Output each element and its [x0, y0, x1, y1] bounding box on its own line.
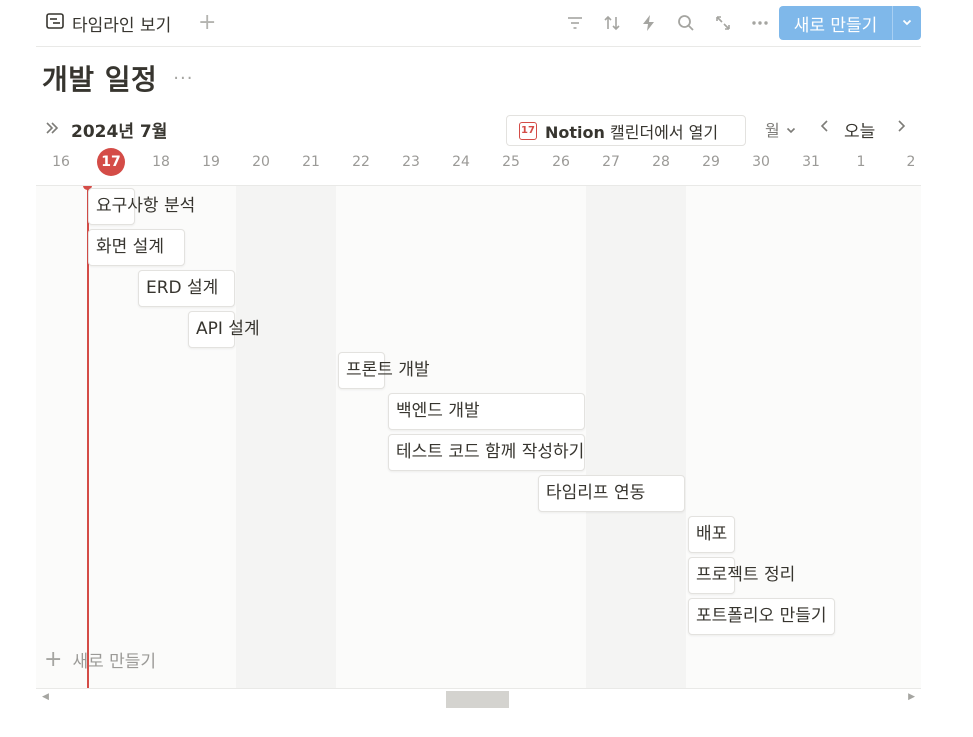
double-chevron-right-icon[interactable] — [43, 119, 61, 141]
day-label: 25 — [502, 154, 520, 170]
task-title: 백엔드 개발 — [396, 401, 480, 421]
day-1: 1 — [836, 148, 886, 176]
day-23: 23 — [386, 148, 436, 176]
task-title: 테스트 코드 함께 작성하기 — [396, 442, 585, 462]
day-21: 21 — [286, 148, 336, 176]
day-label: 18 — [152, 154, 170, 170]
day-26: 26 — [536, 148, 586, 176]
database-toolbar: 타임라인 보기 + 새로 만들기 — [36, 0, 921, 47]
plus-icon: + — [44, 646, 63, 672]
new-button[interactable]: 새로 만들기 — [779, 6, 893, 40]
new-button-group: 새로 만들기 — [779, 6, 921, 40]
task-title: 프론트 개발 — [346, 360, 430, 380]
add-view-button[interactable]: + — [198, 10, 216, 36]
page-title[interactable]: 개발 일정 — [42, 58, 157, 98]
day-16: 16 — [36, 148, 86, 176]
day-label: 26 — [552, 154, 570, 170]
chevron-left-icon[interactable] — [818, 117, 832, 139]
current-month: 2024년 7월 — [71, 122, 168, 142]
task-title: 배포 — [696, 524, 728, 544]
timeline-icon — [45, 11, 65, 36]
open-calendar-label: 캘린더에서 열기 — [610, 122, 719, 142]
day-31: 31 — [786, 148, 836, 176]
task-title: 프로젝트 정리 — [696, 565, 796, 585]
notion-brand-label: Notion — [545, 122, 605, 142]
timeline-header: 2024년 7월 17 Notion 캘린더에서 열기 월 오늘 — [36, 113, 921, 147]
weekend-band — [236, 186, 336, 688]
view-tab-timeline[interactable]: 타임라인 보기 — [45, 10, 171, 36]
day-label: 16 — [52, 154, 70, 170]
task-title: 요구사항 분석 — [96, 196, 196, 216]
range-select[interactable]: 월 — [765, 117, 797, 141]
day-label: 23 — [402, 154, 420, 170]
task-title: 화면 설계 — [96, 237, 164, 257]
day-19: 19 — [186, 148, 236, 176]
day-label: 30 — [752, 154, 770, 170]
day-2: 2 — [886, 148, 921, 176]
view-tab-label: 타임라인 보기 — [72, 15, 172, 36]
chevron-down-icon — [785, 121, 797, 140]
page-title-row: 개발 일정 ··· — [42, 56, 193, 100]
weekend-band — [586, 186, 686, 688]
day-label: 1 — [856, 154, 866, 170]
scroll-right-arrow-icon[interactable]: ▶ — [908, 692, 915, 702]
day-20: 20 — [236, 148, 286, 176]
day-24: 24 — [436, 148, 486, 176]
day-29: 29 — [686, 148, 736, 176]
task-title: ERD 설계 — [146, 278, 219, 298]
day-label: 31 — [802, 154, 820, 170]
day-header-row: 16 17 18 19 20 21 22 23 24 25 26 27 28 29 30 31 1 2 — [36, 148, 921, 178]
calendar-icon: 17 — [519, 121, 537, 140]
day-label: 19 — [202, 154, 220, 170]
day-22: 22 — [336, 148, 386, 176]
day-label: 20 — [252, 154, 270, 170]
task-title: 타임리프 연동 — [546, 483, 646, 503]
day-label: 24 — [452, 154, 470, 170]
day-17: 17 — [86, 148, 136, 176]
open-in-calendar-button[interactable]: 17 Notion 캘린더에서 열기 — [506, 115, 746, 146]
chevron-down-icon — [901, 13, 913, 33]
chevron-right-icon[interactable] — [894, 117, 908, 139]
task-title: API 설계 — [196, 319, 260, 339]
horizontal-scrollbar[interactable]: ◀ ▶ — [36, 690, 921, 708]
task-title: 포트폴리오 만들기 — [696, 606, 827, 626]
day-label: 2 — [906, 154, 916, 170]
new-button-dropdown[interactable] — [893, 6, 921, 40]
timeline-grid: 요구사항 분석화면 설계 ERD 설계 API 설계프론트 개발백엔드 개발테스트 … — [36, 185, 921, 689]
day-27: 27 — [586, 148, 636, 176]
more-icon[interactable] — [750, 12, 769, 34]
sort-icon[interactable] — [602, 12, 621, 34]
automation-bolt-icon[interactable] — [639, 12, 658, 34]
day-30: 30 — [736, 148, 786, 176]
day-label: 29 — [702, 154, 720, 170]
scrollbar-thumb[interactable] — [446, 691, 509, 708]
day-label: 27 — [602, 154, 620, 170]
day-label: 28 — [652, 154, 670, 170]
day-label: 21 — [302, 154, 320, 170]
day-label: 17 — [97, 148, 125, 176]
expand-icon[interactable] — [713, 12, 732, 34]
day-25: 25 — [486, 148, 536, 176]
filter-icon[interactable] — [565, 12, 584, 34]
toolbar-actions — [565, 12, 769, 34]
today-button[interactable]: 오늘 — [844, 117, 875, 142]
day-label: 22 — [352, 154, 370, 170]
range-label: 월 — [765, 121, 780, 140]
title-more-icon[interactable]: ··· — [173, 68, 193, 89]
add-new-row-button[interactable]: + 새로 만들기 — [44, 647, 156, 672]
day-28: 28 — [636, 148, 686, 176]
add-new-label: 새로 만들기 — [72, 652, 157, 672]
search-icon[interactable] — [676, 12, 695, 34]
scroll-left-arrow-icon[interactable]: ◀ — [42, 692, 49, 702]
day-18: 18 — [136, 148, 186, 176]
